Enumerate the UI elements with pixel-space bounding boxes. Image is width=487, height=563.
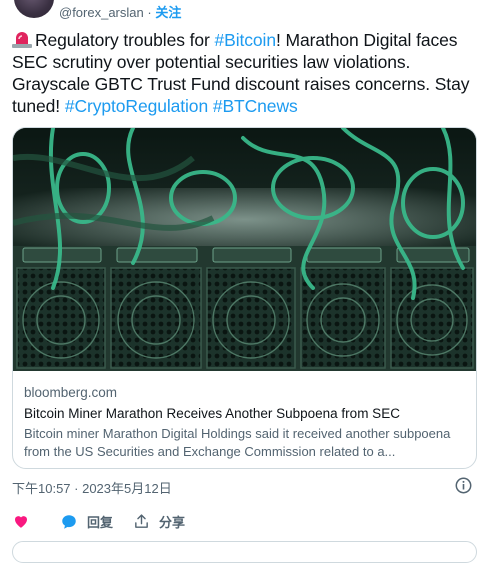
share-label: 分享: [159, 515, 186, 530]
reply-icon: [62, 514, 76, 529]
hashtag-bitcoin[interactable]: #Bitcoin: [215, 30, 277, 50]
share-button[interactable]: 分享: [133, 512, 185, 531]
follow-button[interactable]: 关注: [155, 5, 181, 20]
card-image: [13, 128, 476, 371]
card-meta: bloomberg.com Bitcoin Miner Marathon Rec…: [24, 384, 469, 461]
tweet-header: @forex_arslan · 关注: [0, 0, 487, 22]
siren-emoji-icon: [12, 32, 32, 48]
reply-button[interactable]: 回复: [60, 512, 113, 531]
separator: ·: [143, 5, 156, 20]
share-icon: [135, 514, 148, 528]
card-title: Bitcoin Miner Marathon Receives Another …: [24, 406, 400, 421]
avatar[interactable]: [14, 0, 54, 18]
tweet-timestamp[interactable]: 下午10:57 · 2023年5月12日: [12, 478, 172, 497]
action-bar: 回复 分享: [12, 512, 472, 534]
tweet-text: Regulatory troubles for #Bitcoin! Marath…: [12, 29, 477, 117]
like-icon: [15, 516, 27, 528]
tweet-text-part: Regulatory troubles for: [35, 30, 215, 50]
link-card[interactable]: bloomberg.com Bitcoin Miner Marathon Rec…: [12, 127, 477, 469]
hashtag-btcnews[interactable]: #BTCnews: [213, 96, 298, 116]
reply-label: 回复: [87, 515, 114, 530]
read-replies-button[interactable]: [12, 541, 477, 563]
card-domain: bloomberg.com: [24, 385, 118, 400]
info-icon[interactable]: [455, 477, 472, 494]
author-handle[interactable]: @forex_arslan: [59, 5, 144, 20]
hashtag-cryptoregulation[interactable]: #CryptoRegulation: [65, 96, 208, 116]
author-line: @forex_arslan · 关注: [59, 2, 181, 21]
like-button[interactable]: [12, 512, 39, 530]
card-description: Bitcoin miner Marathon Digital Holdings …: [24, 426, 451, 459]
